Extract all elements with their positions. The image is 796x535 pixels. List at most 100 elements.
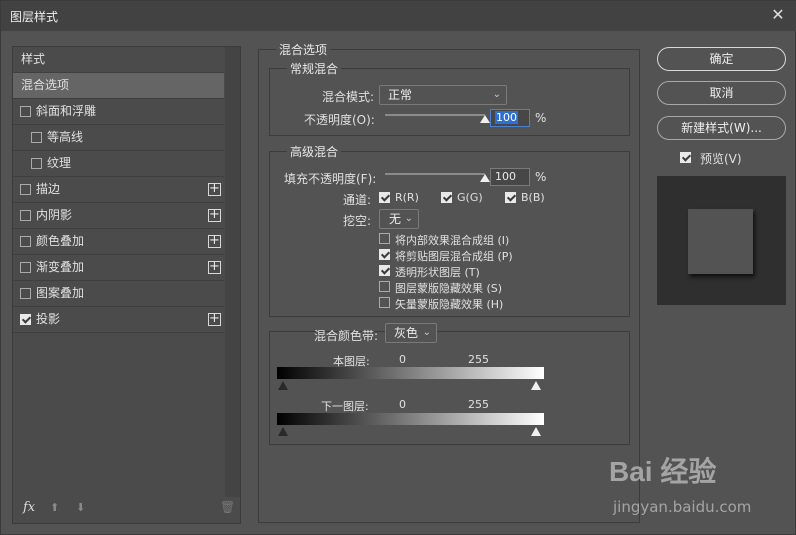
advanced-option-label: 矢量蒙版隐藏效果 (H) <box>395 298 504 311</box>
style-item-label: 颜色叠加 <box>36 234 85 248</box>
opacity-slider-knob[interactable] <box>480 115 490 123</box>
watermark-logo: Bai 经验 <box>609 456 717 487</box>
close-icon[interactable]: ✕ <box>769 6 787 24</box>
blend-if-group <box>269 331 630 445</box>
style-item-checkbox[interactable] <box>20 236 31 247</box>
fill-opacity-input[interactable]: 100 <box>490 168 530 186</box>
add-icon[interactable]: + <box>208 234 221 248</box>
channel-checkbox[interactable] <box>441 192 452 203</box>
watermark-url: jingyan.baidu.com <box>613 498 752 516</box>
add-icon[interactable]: + <box>208 208 221 222</box>
knockout-value: 无 <box>389 212 402 226</box>
chevron-down-icon: ⌄ <box>404 213 413 224</box>
advanced-option-checkbox[interactable] <box>379 297 390 308</box>
this-layer-white-slider[interactable] <box>531 381 541 390</box>
arrow-up-icon[interactable]: ⬆ <box>50 501 59 514</box>
advanced-option-label: 将剪贴图层混合成组 (P) <box>395 250 513 263</box>
general-blending-title: 常规混合 <box>287 60 342 77</box>
fx-button[interactable]: fx <box>23 500 35 515</box>
blend-mode-value: 正常 <box>388 88 413 102</box>
channel-label: B(B) <box>521 191 545 204</box>
chevron-down-icon: ⌄ <box>422 327 431 338</box>
new-style-button[interactable]: 新建样式(W)... <box>657 116 786 140</box>
blend-mode-label: 混合模式: <box>322 90 375 104</box>
channels-label: 通道: <box>343 193 372 207</box>
blend-if-label: 混合颜色带: <box>314 329 379 343</box>
style-item-checkbox[interactable] <box>20 184 31 195</box>
channel-label: R(R) <box>395 191 419 204</box>
advanced-option-checkbox[interactable] <box>379 233 390 244</box>
preview-label: 预览(V) <box>700 152 742 166</box>
style-item-label: 样式 <box>21 52 46 66</box>
style-item-checkbox[interactable] <box>20 106 31 117</box>
arrow-down-icon[interactable]: ⬇ <box>76 501 85 514</box>
preview-swatch <box>688 209 753 274</box>
add-icon[interactable]: + <box>208 182 221 196</box>
style-item[interactable]: 斜面和浮雕 <box>13 99 224 125</box>
cancel-button[interactable]: 取消 <box>657 81 786 105</box>
trash-icon[interactable]: 🗑 <box>220 500 235 514</box>
underlying-black-slider[interactable] <box>278 427 288 436</box>
dialog-title: 图层样式 <box>10 10 59 24</box>
title-bar: 图层样式 ✕ <box>1 1 796 31</box>
fill-opacity-label: 填充不透明度(F): <box>284 172 377 186</box>
style-item-label: 描边 <box>36 182 61 196</box>
opacity-label: 不透明度(O): <box>304 113 375 127</box>
this-layer-high-value: 255 <box>468 353 489 366</box>
style-item-label: 纹理 <box>47 156 72 170</box>
style-item-label: 图案叠加 <box>36 286 85 300</box>
ok-button[interactable]: 确定 <box>657 47 786 71</box>
add-icon[interactable]: + <box>208 312 221 326</box>
fill-opacity-slider[interactable] <box>385 173 485 175</box>
blend-if-select[interactable]: 灰色 ⌄ <box>385 323 437 343</box>
fill-opacity-unit: % <box>535 170 547 184</box>
underlying-white-slider[interactable] <box>531 427 541 436</box>
opacity-input[interactable]: 100 <box>490 109 530 127</box>
this-layer-black-slider[interactable] <box>278 381 288 390</box>
advanced-option-label: 将内部效果混合成组 (I) <box>395 234 510 247</box>
chevron-down-icon: ⌄ <box>492 89 501 100</box>
knockout-select[interactable]: 无 ⌄ <box>379 209 419 229</box>
layer-style-dialog: 图层样式 ✕ 样式 混合选项 斜面和浮雕 等高线 纹理 描边 + 内阴影 + 颜色叠加 + 渐变叠加 +… <box>0 0 796 535</box>
style-item[interactable]: 混合选项 <box>13 73 224 99</box>
style-item-checkbox[interactable] <box>31 158 42 169</box>
style-item[interactable]: 样式 <box>13 47 224 73</box>
underlying-low-value: 0 <box>399 398 406 411</box>
style-item[interactable]: 图案叠加 <box>13 281 224 307</box>
blend-mode-select[interactable]: 正常 ⌄ <box>379 85 507 105</box>
style-item-checkbox[interactable] <box>20 288 31 299</box>
advanced-blending-title: 高级混合 <box>287 143 342 160</box>
advanced-option-checkbox[interactable] <box>379 249 390 260</box>
advanced-option-checkbox[interactable] <box>379 281 390 292</box>
style-item[interactable]: 颜色叠加 + <box>13 229 224 255</box>
style-item-checkbox[interactable] <box>20 314 31 325</box>
style-item[interactable]: 内阴影 + <box>13 203 224 229</box>
style-item-checkbox[interactable] <box>20 210 31 221</box>
channel-checkbox[interactable] <box>505 192 516 203</box>
style-item[interactable]: 投影 + <box>13 307 224 333</box>
advanced-option-checkbox[interactable] <box>379 265 390 276</box>
underlying-layer-label: 下一图层: <box>321 400 369 413</box>
add-icon[interactable]: + <box>208 260 221 274</box>
style-item-checkbox[interactable] <box>31 132 42 143</box>
styles-footer: fx ⬆ ⬇ 🗑 <box>13 495 240 523</box>
style-item-label: 等高线 <box>47 130 84 144</box>
channel-checkbox[interactable] <box>379 192 390 203</box>
styles-scrollbar[interactable] <box>225 47 240 497</box>
preview-checkbox[interactable] <box>680 152 691 163</box>
blend-if-value: 灰色 <box>394 326 419 340</box>
watermark: Bai 经验 jingyan.baidu.com <box>609 456 751 516</box>
underlying-gradient <box>277 413 544 425</box>
style-item[interactable]: 等高线 <box>13 125 224 151</box>
fill-opacity-slider-knob[interactable] <box>480 174 490 182</box>
advanced-option-label: 图层蒙版隐藏效果 (S) <box>395 282 503 295</box>
style-item[interactable]: 渐变叠加 + <box>13 255 224 281</box>
style-item[interactable]: 纹理 <box>13 151 224 177</box>
blend-options-title: 混合选项 <box>276 41 331 58</box>
opacity-slider[interactable] <box>385 114 485 116</box>
channel-label: G(G) <box>457 191 483 204</box>
style-item[interactable]: 描边 + <box>13 177 224 203</box>
style-item-label: 渐变叠加 <box>36 260 85 274</box>
style-item-checkbox[interactable] <box>20 262 31 273</box>
this-layer-low-value: 0 <box>399 353 406 366</box>
